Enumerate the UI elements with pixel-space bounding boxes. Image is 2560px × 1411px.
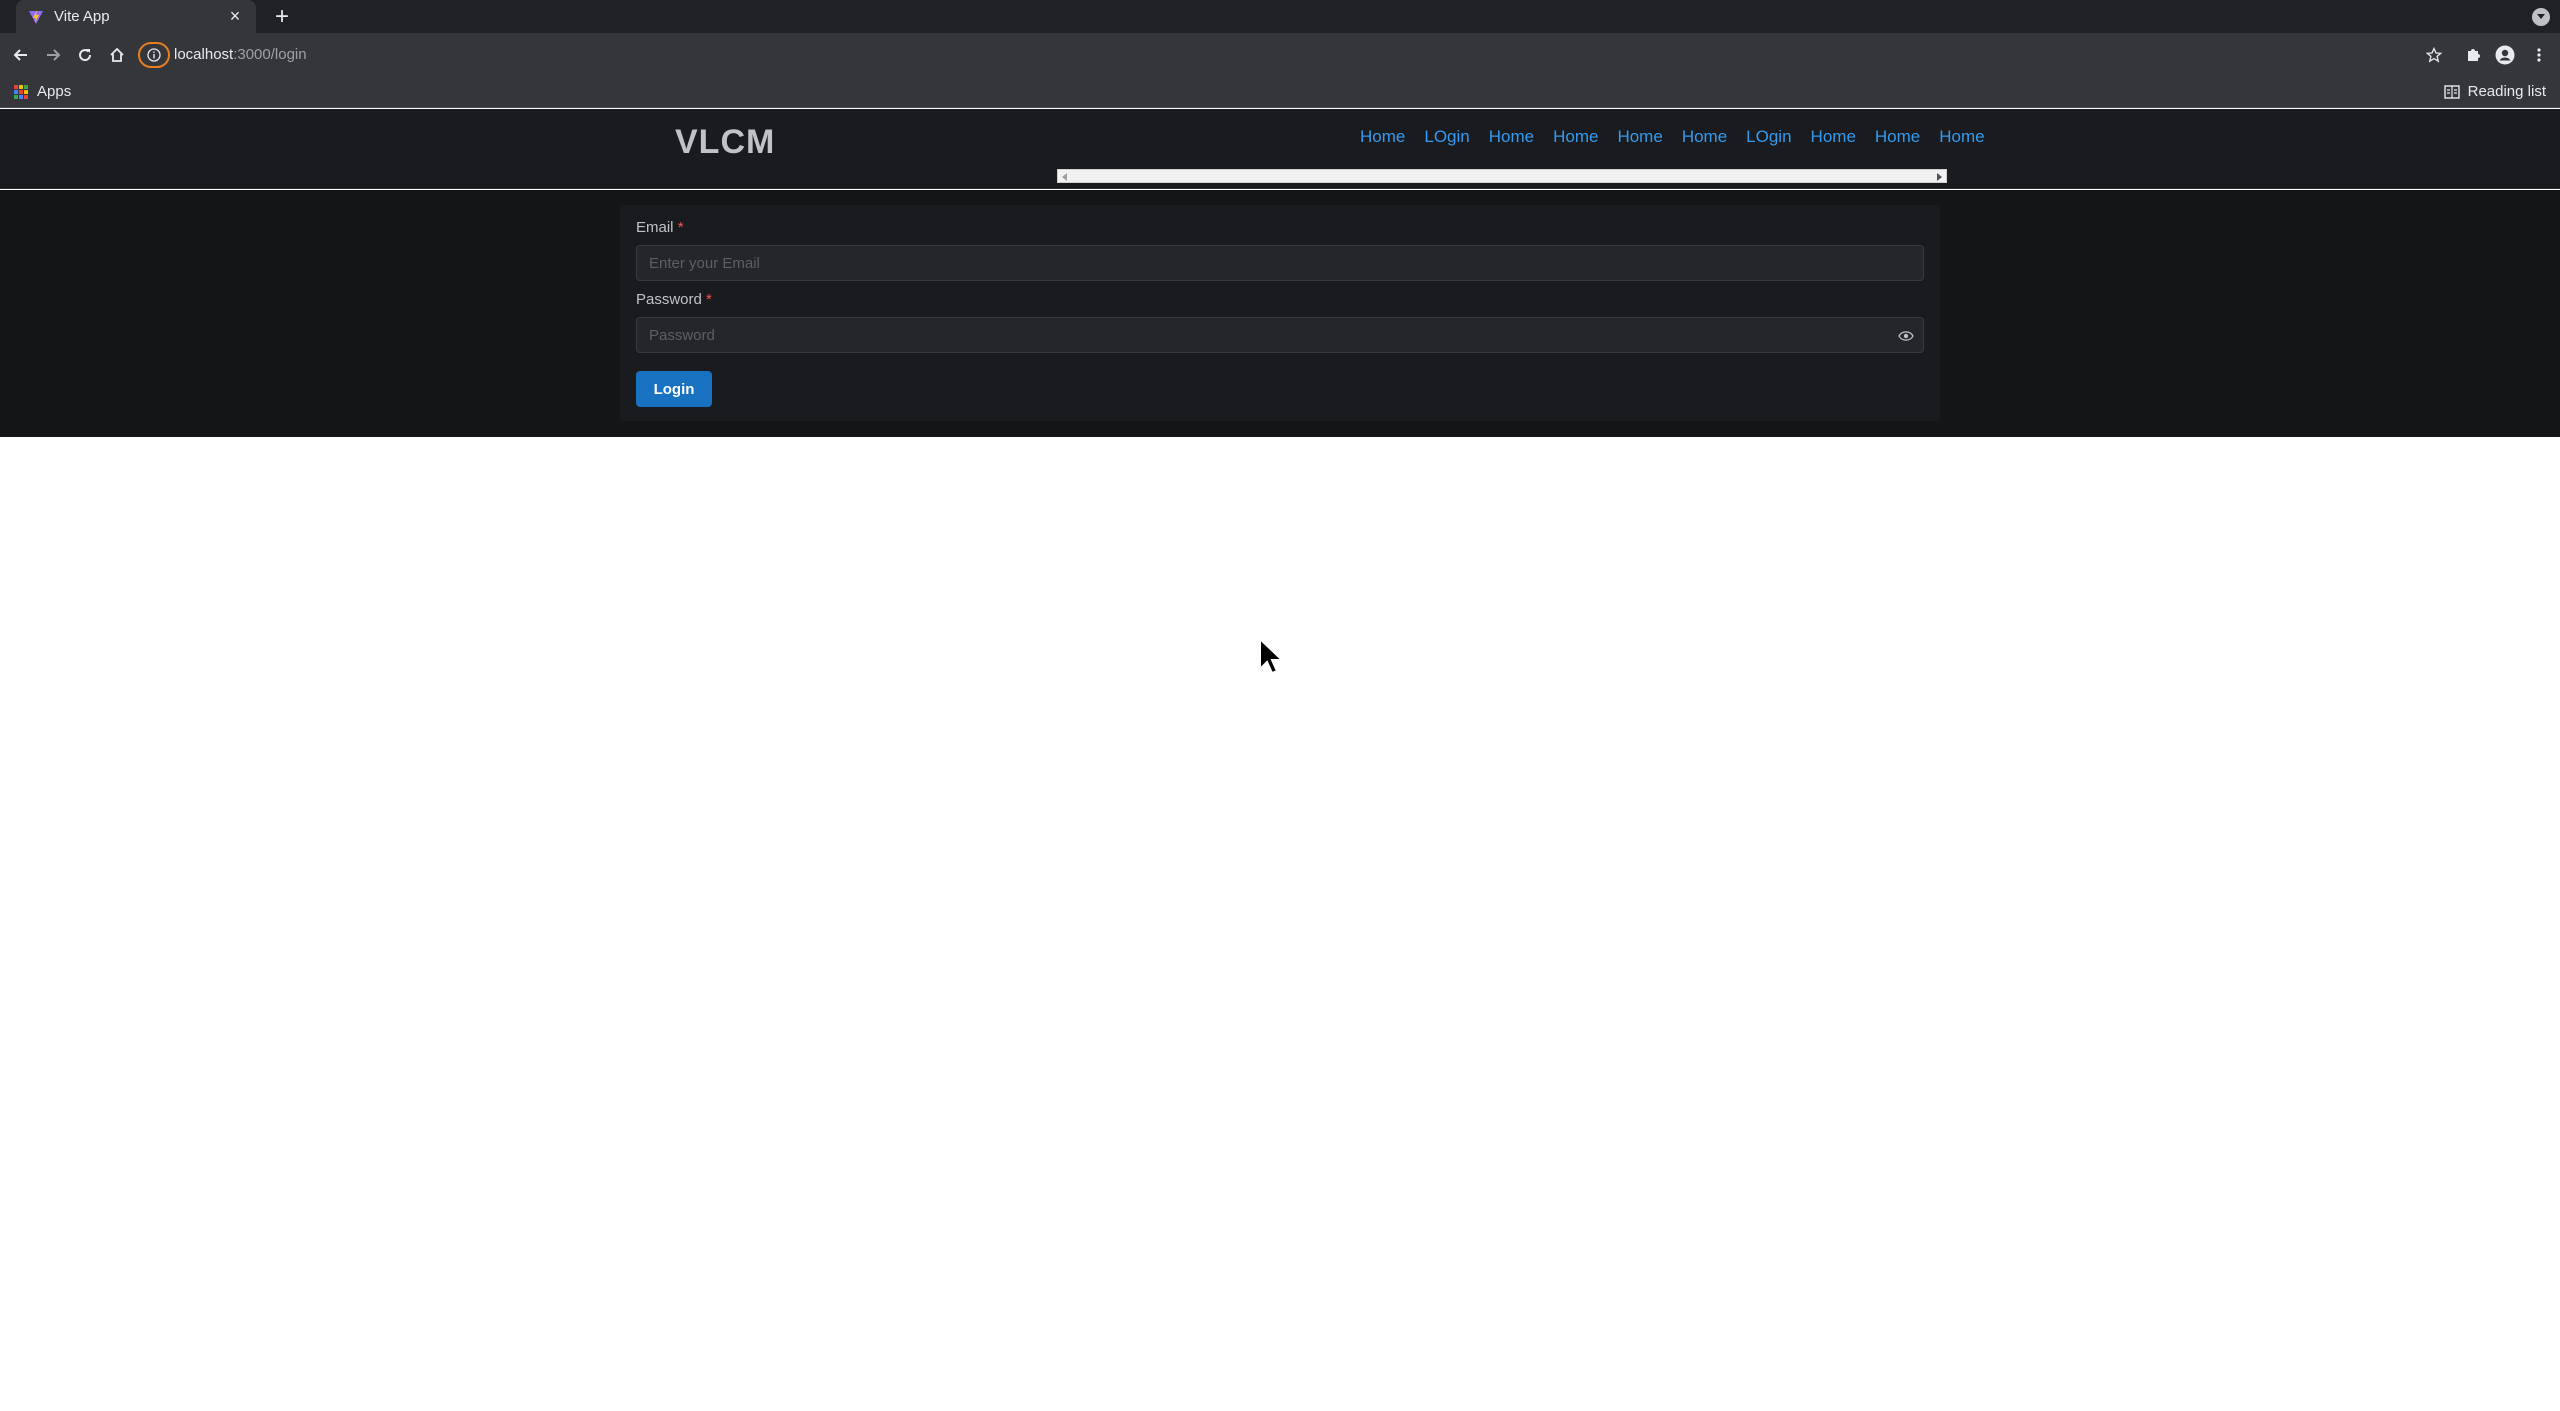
password-placeholder: Password <box>649 326 715 344</box>
required-asterisk: * <box>706 291 712 308</box>
password-label-text: Password <box>636 291 702 308</box>
toggle-password-visibility-button[interactable] <box>1897 327 1915 345</box>
mouse-pointer-icon <box>1259 637 1285 675</box>
arrow-left-icon <box>13 49 27 61</box>
nav-link-home-3[interactable]: Home <box>1489 127 1534 147</box>
url-path: :3000/login <box>233 46 307 63</box>
reading-list-button[interactable]: Reading list <box>2443 83 2546 100</box>
reading-list-icon <box>2443 84 2460 99</box>
info-icon <box>147 47 161 62</box>
password-field[interactable]: Password <box>636 317 1924 353</box>
forward-button[interactable] <box>40 42 66 68</box>
nav-link-home-10[interactable]: Home <box>1939 127 1984 147</box>
email-label: Email * <box>636 219 684 236</box>
email-field[interactable]: Enter your Email <box>636 245 1924 281</box>
tab-title: Vite App <box>54 8 110 25</box>
app-logo[interactable]: VLCM <box>675 123 775 162</box>
apps-label: Apps <box>37 83 72 100</box>
home-button[interactable] <box>104 42 130 68</box>
tab-search-icon[interactable] <box>2532 8 2550 26</box>
arrow-right-icon <box>47 49 61 61</box>
nav-horizontal-scrollbar[interactable] <box>1057 169 1947 183</box>
bookmarks-bar: Apps Reading list <box>0 76 2560 108</box>
browser-tab-strip: Vite App × + <box>0 0 2560 33</box>
url-host: localhost <box>174 46 234 63</box>
home-icon <box>110 47 124 62</box>
browser-menu-button[interactable] <box>2526 42 2552 68</box>
vite-favicon-icon <box>29 9 43 24</box>
star-icon <box>2426 47 2442 63</box>
email-label-text: Email <box>636 219 674 236</box>
email-placeholder: Enter your Email <box>649 254 760 272</box>
reload-button[interactable] <box>72 42 98 68</box>
apps-shortcut[interactable]: Apps <box>14 83 71 100</box>
nav-link-home-5[interactable]: Home <box>1617 127 1662 147</box>
nav-link-home-9[interactable]: Home <box>1875 127 1920 147</box>
scroll-left-icon[interactable] <box>1062 173 1067 181</box>
scroll-right-icon[interactable] <box>1937 173 1942 181</box>
bookmark-star-button[interactable] <box>2421 42 2447 68</box>
puzzle-icon <box>2468 49 2480 61</box>
browser-tab[interactable]: Vite App × <box>16 0 256 33</box>
login-button[interactable]: Login <box>636 371 712 407</box>
profile-button[interactable] <box>2492 42 2518 68</box>
nav-link-login-2[interactable]: LOgin <box>1424 127 1469 147</box>
password-label: Password * <box>636 291 712 308</box>
login-form: Email * Enter your Email Password * Pass… <box>620 205 1940 421</box>
new-tab-button[interactable]: + <box>268 3 296 31</box>
nav-link-home-4[interactable]: Home <box>1553 127 1598 147</box>
app-header: VLCM Home LOgin Home Home Home Home LOgin Home H… <box>0 109 2560 189</box>
avatar-icon <box>2495 45 2515 65</box>
web-page: VLCM Home LOgin Home Home Home Home LOgin Home H… <box>0 109 2560 1411</box>
apps-grid-icon <box>14 84 28 99</box>
browser-toolbar: localhost:3000/login <box>0 33 2560 76</box>
reload-icon <box>79 49 92 62</box>
nav-link-home-8[interactable]: Home <box>1811 127 1856 147</box>
url-text: localhost:3000/login <box>174 46 307 63</box>
nav-link-home-1[interactable]: Home <box>1360 127 1405 147</box>
extensions-button[interactable] <box>2460 42 2486 68</box>
reading-list-label: Reading list <box>2467 83 2546 100</box>
kebab-menu-icon <box>2537 48 2541 62</box>
address-bar[interactable]: localhost:3000/login <box>138 38 2408 71</box>
close-tab-icon[interactable]: × <box>226 6 244 27</box>
required-asterisk: * <box>677 219 684 236</box>
site-info-button[interactable] <box>138 41 170 68</box>
eye-icon <box>1898 331 1914 341</box>
top-nav: Home LOgin Home Home Home Home LOgin Home Home Ho… <box>1360 127 2004 147</box>
nav-link-login-7[interactable]: LOgin <box>1746 127 1791 147</box>
back-button[interactable] <box>8 42 34 68</box>
nav-link-home-6[interactable]: Home <box>1682 127 1727 147</box>
